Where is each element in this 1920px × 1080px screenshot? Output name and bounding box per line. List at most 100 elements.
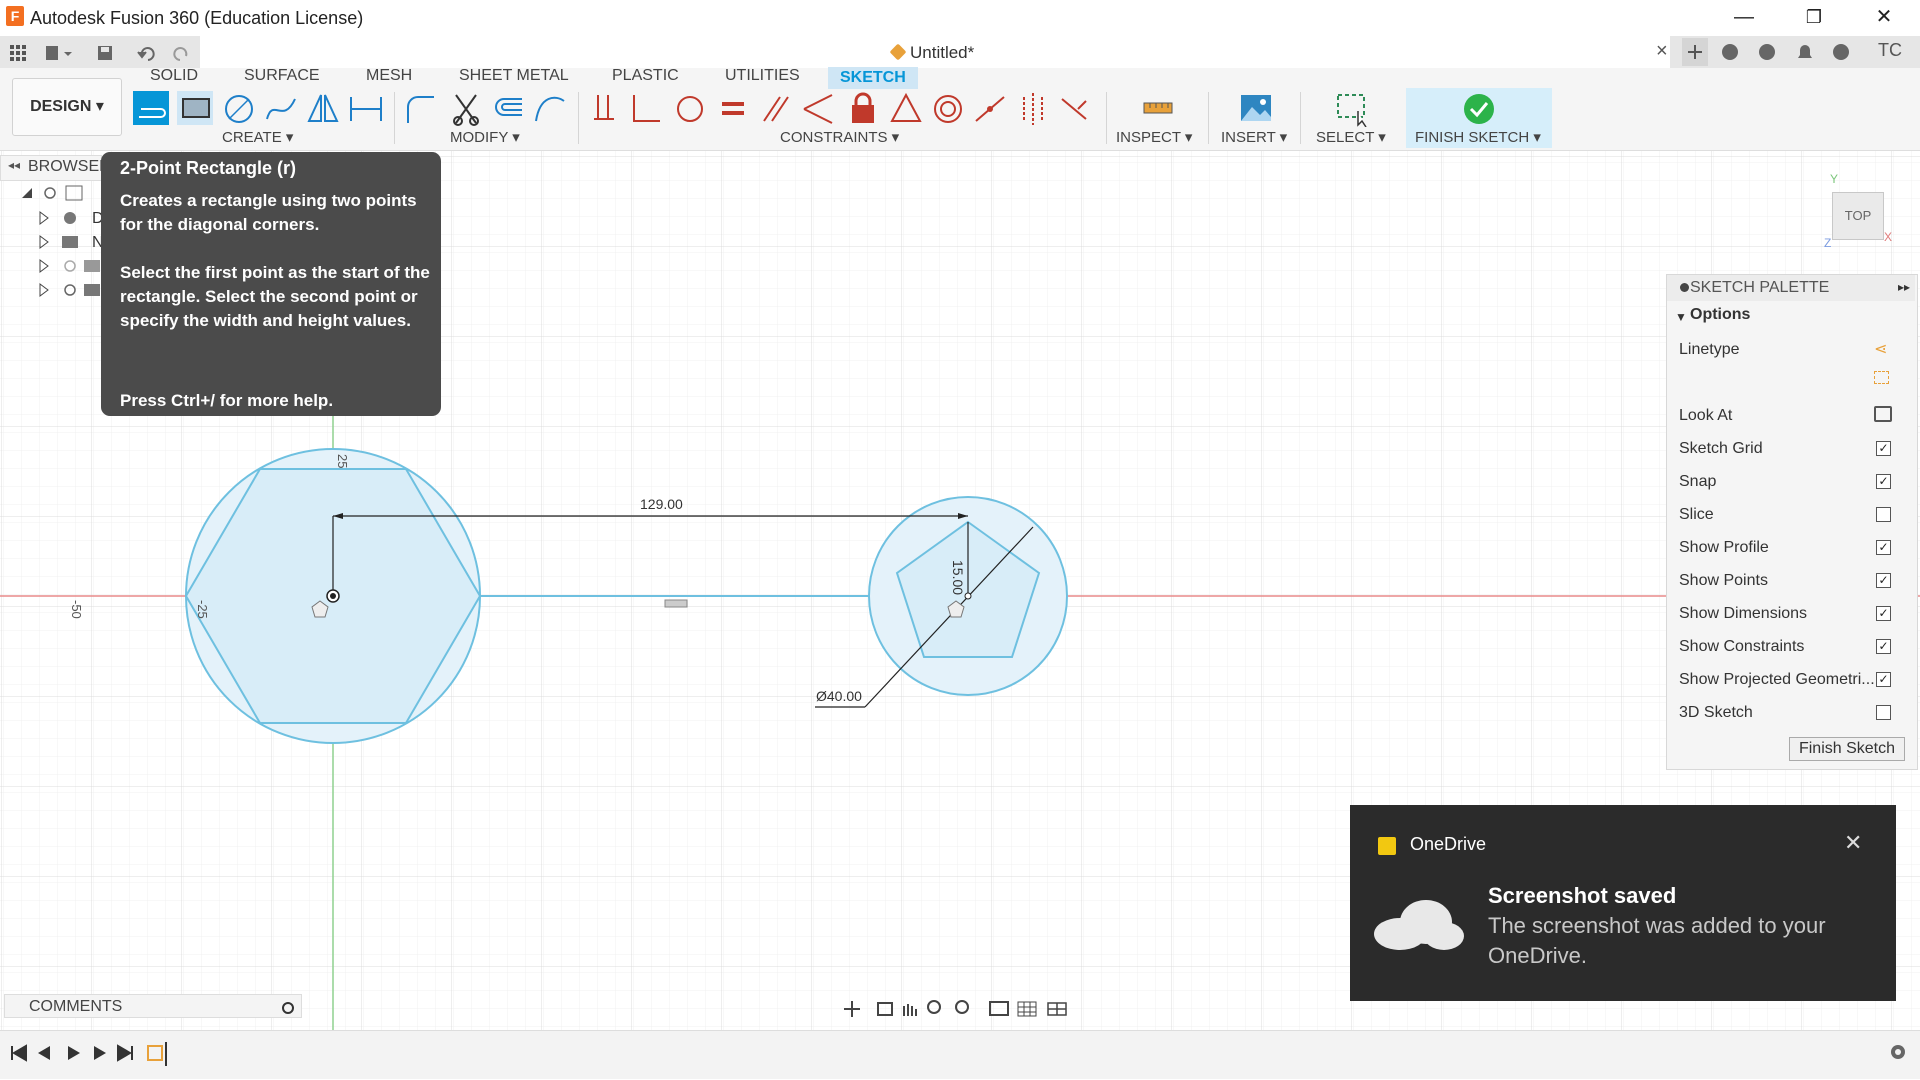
slice-checkbox[interactable]	[1876, 507, 1891, 522]
show-points-checkbox[interactable]: ✓	[1876, 573, 1891, 588]
go-to-end-icon[interactable]	[117, 1044, 133, 1062]
palette-pin-icon[interactable]	[1680, 283, 1689, 292]
sketch-timeline-item-icon[interactable]	[147, 1045, 163, 1061]
perpendicular-constraint-icon[interactable]	[628, 91, 664, 127]
zoom-icon[interactable]	[927, 1000, 941, 1014]
show-profile-checkbox[interactable]: ✓	[1876, 540, 1891, 555]
tab-mesh[interactable]: MESH	[366, 67, 412, 85]
3d-sketch-label: 3D Sketch	[1679, 704, 1753, 721]
show-constraints-checkbox[interactable]: ✓	[1876, 639, 1891, 654]
midpoint-constraint-icon[interactable]	[888, 91, 924, 127]
circle-tool-icon[interactable]	[221, 91, 257, 127]
expand-triangle-icon[interactable]	[22, 188, 32, 198]
apps-grid-icon[interactable]	[10, 45, 26, 61]
inspect-menu[interactable]: INSPECT ▾	[1116, 128, 1192, 146]
tab-solid[interactable]: SOLID	[150, 67, 198, 85]
sketch-grid-checkbox[interactable]: ✓	[1876, 441, 1891, 456]
tangent-constraint-icon[interactable]	[672, 91, 708, 127]
timeline-settings-gear-icon[interactable]	[1888, 1042, 1908, 1062]
equal-constraint-icon[interactable]	[716, 91, 752, 127]
collinear-constraint-icon[interactable]	[800, 91, 836, 127]
show-dimensions-checkbox[interactable]: ✓	[1876, 606, 1891, 621]
conic-curve-icon[interactable]	[532, 91, 568, 127]
close-notification-button[interactable]: ✕	[1844, 830, 1862, 856]
vertical-dimension-value[interactable]: 15.00	[950, 560, 966, 595]
expand-triangle-icon[interactable]	[39, 259, 49, 273]
diameter-dimension-value[interactable]: Ø40.00	[816, 688, 862, 704]
symmetry-constraint-icon[interactable]	[1016, 91, 1052, 127]
collapse-browser-icon[interactable]: ◂◂	[8, 158, 20, 172]
tab-sketch[interactable]: SKETCH	[828, 67, 918, 89]
options-collapse-icon[interactable]: ▼	[1675, 310, 1687, 324]
comments-add-icon[interactable]	[282, 1002, 294, 1014]
redo-icon[interactable]	[173, 47, 188, 61]
tab-surface[interactable]: SURFACE	[244, 67, 320, 85]
select-window-icon[interactable]	[1334, 91, 1370, 127]
look-at-icon[interactable]	[1874, 406, 1892, 422]
fit-icon[interactable]	[955, 1000, 969, 1014]
extensions-icon[interactable]	[1722, 44, 1738, 60]
trim-tool-icon[interactable]	[448, 91, 484, 127]
go-to-start-icon[interactable]	[11, 1044, 27, 1062]
tab-plastic[interactable]: PLASTIC	[612, 67, 679, 85]
centerline-linetype-icon[interactable]	[1874, 371, 1889, 384]
user-avatar[interactable]: TC	[1878, 40, 1902, 61]
help-icon[interactable]	[1833, 44, 1849, 60]
3d-sketch-checkbox[interactable]	[1876, 705, 1891, 720]
expand-triangle-icon[interactable]	[39, 211, 49, 225]
viewcube[interactable]: TOP	[1832, 192, 1884, 240]
concentric-constraint-icon[interactable]	[930, 91, 966, 127]
modify-menu[interactable]: MODIFY ▾	[450, 128, 520, 146]
step-forward-icon[interactable]	[94, 1046, 106, 1060]
curvature-constraint-icon[interactable]	[1058, 91, 1094, 127]
expand-palette-icon[interactable]: ▸▸	[1898, 280, 1910, 294]
pan-hand-icon[interactable]	[903, 1004, 917, 1016]
measure-tool-icon[interactable]	[1140, 91, 1176, 127]
step-back-icon[interactable]	[38, 1046, 50, 1060]
constraints-menu[interactable]: CONSTRAINTS ▾	[780, 128, 899, 146]
line-tool-icon[interactable]	[133, 91, 169, 127]
tab-utilities[interactable]: UTILITIES	[725, 67, 800, 85]
grid-settings-icon[interactable]	[1017, 1001, 1037, 1017]
rectangle-tool-icon[interactable]	[177, 91, 213, 127]
coincident-constraint-icon[interactable]	[588, 91, 624, 127]
viewports-icon[interactable]	[1047, 1002, 1067, 1016]
restore-button[interactable]: ❐	[1782, 0, 1846, 34]
look-at-nav-icon[interactable]	[877, 1002, 893, 1016]
orbit-icon[interactable]	[844, 1001, 860, 1017]
offset-tool-icon[interactable]	[490, 91, 526, 127]
distance-dimension-value[interactable]: 129.00	[640, 496, 683, 512]
show-projected-geometries-checkbox[interactable]: ✓	[1876, 672, 1891, 687]
construction-linetype-icon[interactable]: ⋖	[1874, 339, 1887, 359]
spline-tool-icon[interactable]	[263, 91, 299, 127]
display-settings-icon[interactable]	[989, 1001, 1009, 1016]
expand-triangle-icon[interactable]	[39, 235, 49, 249]
design-workspace-button[interactable]: DESIGN ▾	[12, 78, 122, 136]
visibility-eye-icon[interactable]	[44, 187, 56, 199]
play-icon[interactable]	[68, 1046, 80, 1060]
select-menu[interactable]: SELECT ▾	[1316, 128, 1386, 146]
horizontal-vertical-constraint-icon[interactable]	[972, 91, 1008, 127]
tab-sheet-metal[interactable]: SHEET METAL	[459, 67, 569, 85]
save-icon[interactable]	[98, 46, 112, 60]
insert-menu[interactable]: INSERT ▾	[1221, 128, 1287, 146]
visibility-eye-icon[interactable]	[64, 284, 76, 296]
expand-triangle-icon[interactable]	[39, 283, 49, 297]
parallel-constraint-icon[interactable]	[758, 91, 794, 127]
close-window-button[interactable]: ✕	[1852, 0, 1916, 34]
fillet-tool-icon[interactable]	[402, 91, 438, 127]
insert-canvas-icon[interactable]	[1238, 91, 1274, 127]
job-status-icon[interactable]	[1759, 44, 1775, 60]
create-menu[interactable]: CREATE ▾	[222, 128, 293, 146]
notifications-icon[interactable]	[1798, 45, 1812, 58]
fix-constraint-icon[interactable]	[846, 91, 882, 127]
undo-icon[interactable]	[137, 47, 155, 61]
minimize-button[interactable]: —	[1712, 0, 1776, 34]
sketch-dimension-icon[interactable]	[347, 91, 383, 127]
file-menu-icon[interactable]	[46, 46, 72, 60]
snap-checkbox[interactable]: ✓	[1876, 474, 1891, 489]
mirror-tool-icon[interactable]	[305, 91, 341, 127]
visibility-eye-icon[interactable]	[64, 260, 76, 272]
close-tab-button[interactable]: ×	[1656, 40, 1668, 63]
palette-finish-sketch-button[interactable]: Finish Sketch	[1789, 737, 1905, 761]
